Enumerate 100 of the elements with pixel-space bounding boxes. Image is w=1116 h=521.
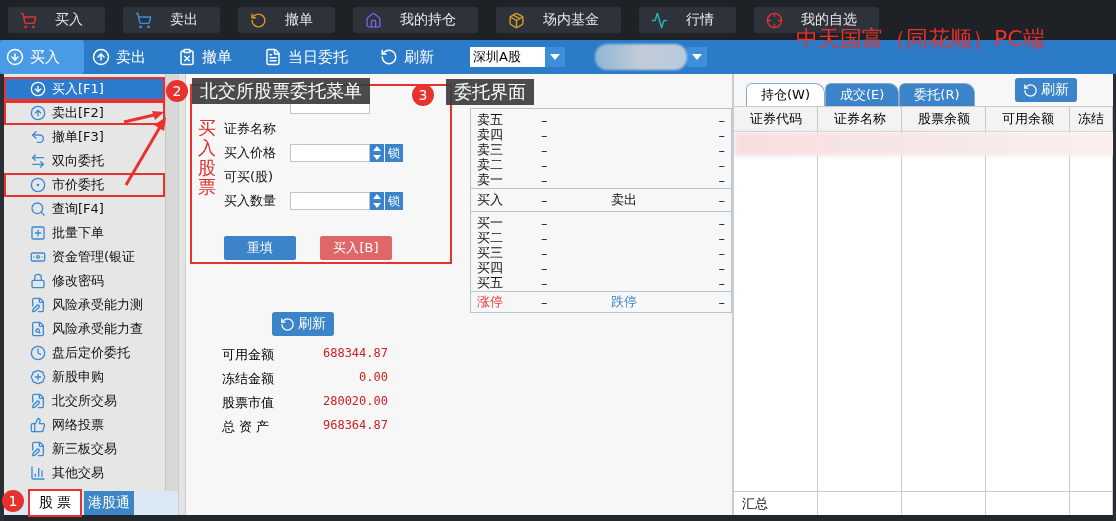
column-header[interactable]: 冻结	[1070, 106, 1113, 132]
scrollbar[interactable]	[165, 74, 178, 491]
spinner-control[interactable]	[370, 144, 384, 162]
toolbar-button[interactable]: 我的持仓	[353, 7, 478, 33]
field-label: 买入数量	[224, 192, 277, 210]
menu-item[interactable]: 新三板交易	[4, 437, 165, 461]
circle-icon	[30, 177, 46, 193]
menu-item[interactable]: 盘后定价委托	[4, 341, 165, 365]
quote-price: –	[541, 192, 549, 208]
menu-item[interactable]: 卖出[F2]	[4, 101, 165, 125]
toolbar-button[interactable]: 行情	[639, 7, 736, 33]
menu-item[interactable]: 风险承受能力测	[4, 293, 165, 317]
action-button[interactable]: 撤单	[172, 40, 256, 74]
arrow-up-circle-icon	[92, 48, 110, 66]
quote-level: 卖二	[477, 156, 504, 173]
quote-price: –	[541, 230, 549, 246]
splitter[interactable]	[178, 74, 186, 515]
form-button[interactable]: 重填	[224, 236, 296, 260]
menu-item[interactable]: 买入[F1]	[4, 77, 165, 101]
menu-item[interactable]: 新股申购	[4, 365, 165, 389]
quote-price: –	[541, 172, 549, 188]
cart-icon	[20, 11, 37, 29]
menu-item[interactable]: 批量下单	[4, 221, 165, 245]
toolbar-button[interactable]: 买入	[8, 7, 105, 33]
column-header[interactable]: 可用余额	[986, 106, 1070, 132]
quote-volume: –	[717, 157, 725, 173]
quote-price: –	[541, 275, 549, 291]
badge-icon	[30, 369, 46, 385]
toolbar-button[interactable]: 场内基金	[496, 7, 621, 33]
lock-button[interactable]: 锁	[385, 192, 403, 210]
quote-price: –	[541, 127, 549, 143]
quote-volume: –	[717, 127, 725, 143]
summary-label: 汇总	[742, 494, 768, 513]
quote-volume: –	[717, 245, 725, 261]
menu-item[interactable]: 资金管理(银证	[4, 245, 165, 269]
box-icon	[508, 11, 525, 29]
up-triangle-icon	[373, 194, 381, 199]
refresh-button[interactable]: 刷新	[1014, 78, 1077, 102]
sidebar-tab[interactable]: 港股通	[84, 491, 134, 515]
plus-square-icon	[30, 225, 46, 241]
menu-item[interactable]: 修改密码	[4, 269, 165, 293]
column-header[interactable]: 股票余额	[902, 106, 986, 132]
number-badge: 1	[2, 490, 24, 512]
menu-item[interactable]: 网络投票	[4, 413, 165, 437]
crosshair-icon	[766, 11, 783, 29]
tab[interactable]: 持仓(W)	[746, 83, 825, 106]
quote-price: –	[541, 112, 549, 128]
quote-level: 买二	[477, 229, 504, 247]
quote-level: 卖五	[477, 111, 504, 128]
field-label: 买入价格	[224, 144, 277, 162]
action-button[interactable]: 当日委托	[258, 40, 372, 74]
two-way-arrow-icon	[30, 153, 46, 169]
quote-price: –	[541, 142, 549, 158]
market-select[interactable]: 深圳A股	[470, 47, 545, 67]
undo-icon	[30, 129, 46, 145]
menu-item[interactable]: 双向委托	[4, 149, 165, 173]
tab[interactable]: 成交(E)	[825, 83, 900, 106]
menu-item[interactable]: 撤单[F3]	[4, 125, 165, 149]
column-header[interactable]: 证券代码	[734, 106, 818, 132]
input-field[interactable]	[290, 192, 370, 210]
document-icon	[264, 48, 282, 66]
refresh-button[interactable]: 刷新	[272, 312, 334, 336]
document-search-icon	[30, 321, 46, 337]
document-pen-icon	[30, 393, 46, 409]
quote-price: –	[541, 294, 549, 310]
menu-item[interactable]: 北交所交易	[4, 389, 165, 413]
fund-value: 688344.87	[321, 346, 388, 362]
down-triangle-icon	[373, 203, 381, 208]
cart-icon	[135, 11, 152, 29]
tab[interactable]: 委托(R)	[899, 83, 975, 106]
menu-item[interactable]: 其他交易	[4, 461, 165, 485]
callout-tooltip: 委托界面	[446, 79, 534, 105]
field-label: 可买(股)	[224, 168, 275, 186]
document-pen-icon	[30, 441, 46, 457]
column-header[interactable]: 证券名称	[818, 106, 902, 132]
callout-tooltip: 北交所股票委托菜单	[192, 78, 370, 104]
menu-item[interactable]: 市价委托	[4, 173, 165, 197]
quote-level: 卖一	[477, 171, 504, 189]
refresh-icon	[1022, 82, 1038, 98]
spinner-control[interactable]	[370, 192, 384, 210]
quote-volume: –	[717, 230, 725, 246]
action-button[interactable]: 卖出	[86, 40, 170, 74]
toolbar-button[interactable]: 卖出	[123, 7, 220, 33]
toolbar-button[interactable]: 撤单	[238, 7, 335, 33]
quote-volume: –	[717, 275, 725, 291]
input-field[interactable]	[290, 144, 370, 162]
menu-item[interactable]: 风险承受能力查	[4, 317, 165, 341]
banknote-icon	[30, 249, 46, 265]
refresh-icon	[280, 316, 295, 332]
quote-volume: –	[717, 112, 725, 128]
limit-label: 跌停	[611, 293, 638, 311]
lock-button[interactable]: 锁	[385, 144, 403, 162]
sidebar-tab[interactable]: 股 票	[30, 491, 80, 515]
action-button[interactable]: 刷新	[374, 40, 458, 74]
menu-item[interactable]: 查询[F4]	[4, 197, 165, 221]
quote-label: 买入	[477, 191, 504, 209]
quote-level: 买一	[477, 214, 504, 232]
quote-price: –	[541, 157, 549, 173]
quote-price: –	[541, 215, 549, 231]
clipboard-icon	[178, 48, 196, 66]
